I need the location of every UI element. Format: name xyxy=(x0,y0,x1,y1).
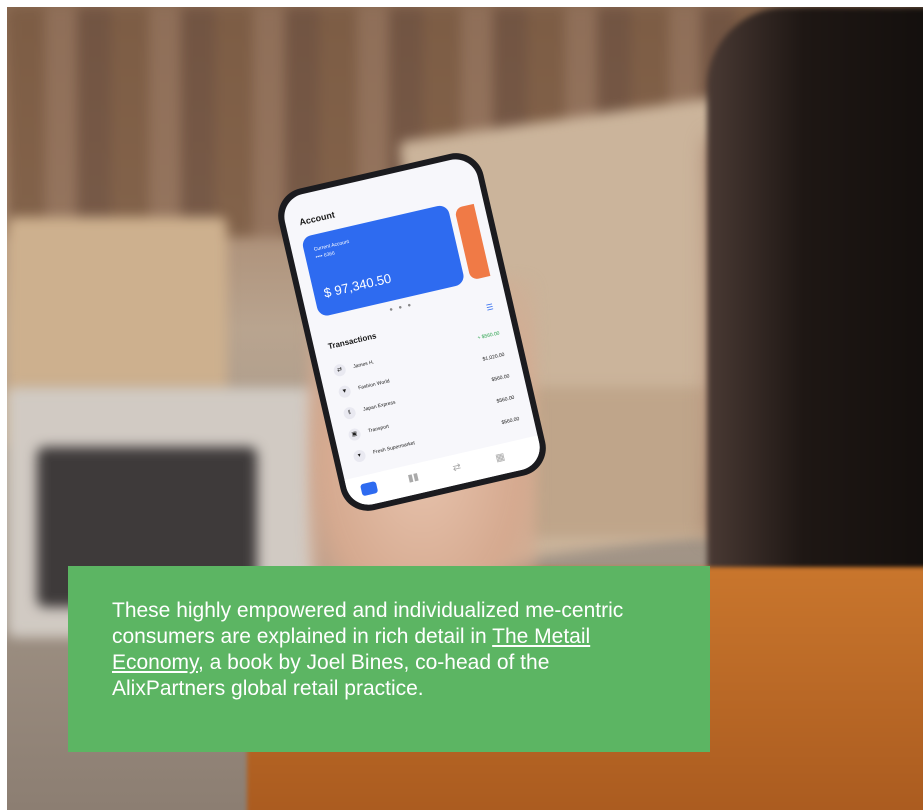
shirt-icon: ▼ xyxy=(337,384,352,399)
callout-text: These highly empowered and individualize… xyxy=(112,598,666,702)
card-balance: $ 97,340.50 xyxy=(322,270,393,301)
train-icon: ▣ xyxy=(347,427,362,442)
callout-box: These highly empowered and individualize… xyxy=(68,566,710,752)
cart-icon: ▾ xyxy=(352,448,367,464)
transactions-title: Transactions xyxy=(327,331,378,352)
cutlery-icon: ‖ xyxy=(342,405,357,421)
transfer-icon: ⇄ xyxy=(332,363,347,378)
wallet-icon xyxy=(359,481,379,497)
chart-icon: ▮▮ xyxy=(406,471,420,485)
account-title: Account xyxy=(298,209,336,228)
transfer-tab-icon: ⇄ xyxy=(451,461,463,475)
filter-icon: ☰ xyxy=(485,302,495,313)
grid-icon: ▦ xyxy=(494,451,507,465)
pager-dots: ● ● ● xyxy=(388,302,414,314)
